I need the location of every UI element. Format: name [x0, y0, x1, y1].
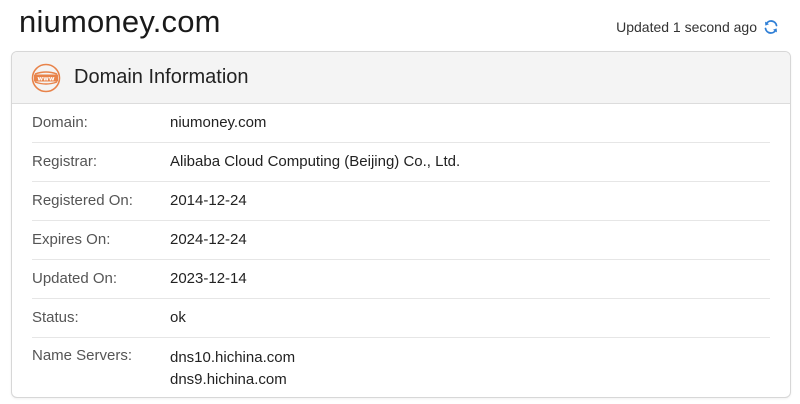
updated-text: Updated 1 second ago — [616, 19, 757, 35]
card-header: www Domain Information — [12, 52, 790, 104]
info-rows: Domain: niumoney.com Registrar: Alibaba … — [12, 104, 790, 391]
row-value: 2024-12-24 — [170, 231, 247, 248]
row-value: Alibaba Cloud Computing (Beijing) Co., L… — [170, 153, 461, 170]
updated-status: Updated 1 second ago — [616, 19, 779, 35]
row-label: Registered On: — [32, 192, 133, 209]
row-label: Name Servers: — [32, 347, 133, 364]
www-icon: www — [31, 63, 61, 93]
row-expires-on: Expires On: 2024-12-24 — [32, 221, 770, 260]
row-label: Updated On: — [32, 270, 118, 287]
name-server: dns10.hichina.com — [170, 349, 296, 366]
card-title: Domain Information — [74, 66, 249, 88]
row-value: ok — [170, 309, 186, 326]
name-server-list: dns10.hichina.com dns9.hichina.com — [170, 347, 295, 391]
row-name-servers: Name Servers: dns10.hichina.com dns9.hic… — [32, 338, 770, 391]
row-label: Registrar: — [32, 153, 98, 170]
svg-text:www: www — [37, 75, 54, 82]
row-value: niumoney.com — [170, 114, 267, 131]
row-label: Status: — [32, 309, 79, 326]
row-status: Status: ok — [32, 299, 770, 338]
row-registrar: Registrar: Alibaba Cloud Computing (Beij… — [32, 143, 770, 182]
row-label: Expires On: — [32, 231, 111, 248]
page-title: niumoney.com — [19, 4, 221, 39]
row-value: 2014-12-24 — [170, 192, 247, 209]
domain-info-card: www Domain Information Domain: niumoney.… — [11, 51, 791, 398]
row-registered-on: Registered On: 2014-12-24 — [32, 182, 770, 221]
name-server: dns9.hichina.com — [170, 371, 287, 388]
row-value: 2023-12-14 — [170, 270, 247, 287]
row-label: Domain: — [32, 114, 88, 131]
row-domain: Domain: niumoney.com — [32, 104, 770, 143]
refresh-icon[interactable] — [763, 19, 779, 35]
row-updated-on: Updated On: 2023-12-14 — [32, 260, 770, 299]
